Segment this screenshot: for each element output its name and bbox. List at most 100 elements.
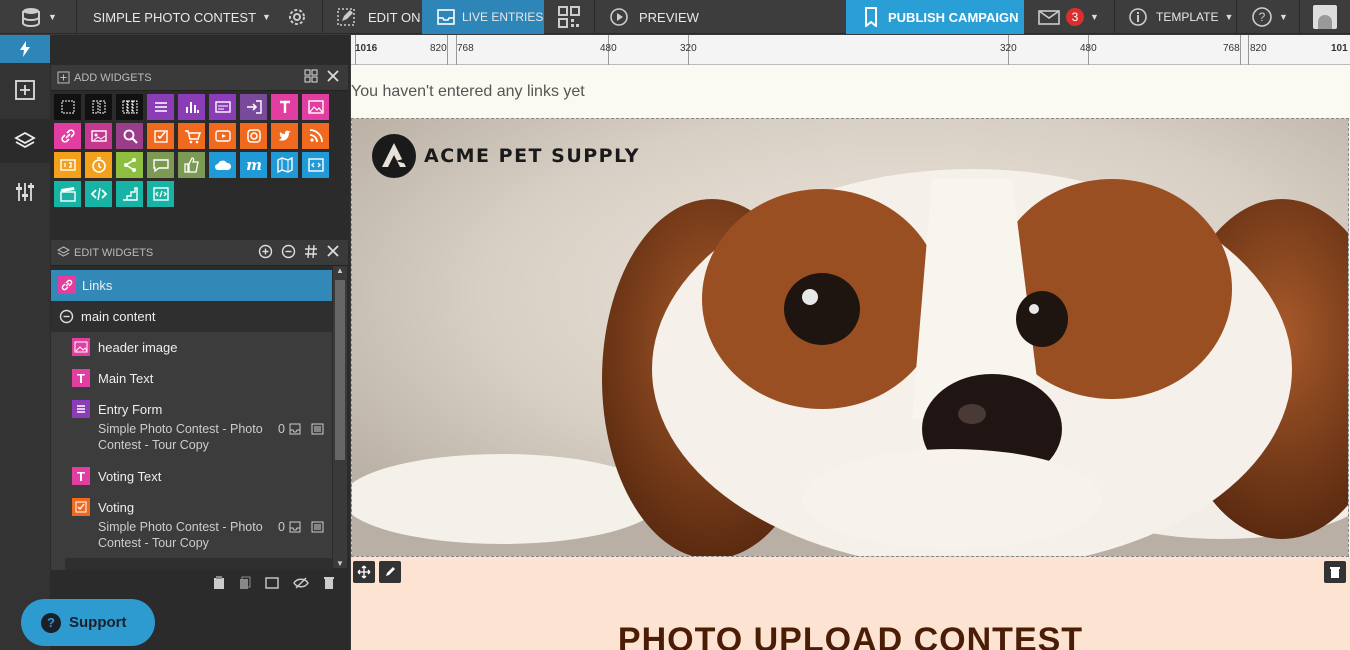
inbox-icon[interactable] — [289, 423, 301, 435]
notifications-menu[interactable]: 3 ▼ — [1038, 0, 1099, 34]
grid-view-icon[interactable] — [304, 69, 318, 83]
add-widget-m-logo[interactable]: m — [240, 152, 267, 178]
support-label: Support — [69, 614, 127, 631]
scroll-down-icon[interactable]: ▼ — [336, 559, 344, 568]
move-handle[interactable] — [353, 561, 375, 583]
template-menu[interactable]: TEMPLATE ▼ — [1128, 0, 1233, 34]
campaign-menu[interactable]: SIMPLE PHOTO CONTEST ▼ — [93, 0, 271, 34]
add-widget-gallery[interactable] — [85, 123, 112, 149]
add-widget-layout-3col[interactable] — [116, 94, 143, 120]
tree-item-entry-form[interactable]: Entry Form Simple Photo Contest - Photo … — [51, 398, 332, 460]
add-widget-layout-2col[interactable] — [85, 94, 112, 120]
collapse-icon[interactable] — [59, 309, 74, 324]
scroll-thumb[interactable] — [335, 280, 345, 460]
add-widget-instagram[interactable] — [240, 123, 267, 149]
widget-tree: Links main content header image T Main T… — [51, 270, 332, 570]
add-widget-vote[interactable] — [147, 123, 174, 149]
list-icon[interactable] — [311, 521, 324, 533]
preview-label: PREVIEW — [639, 9, 699, 25]
close-icon[interactable] — [326, 69, 340, 83]
add-widget-counter[interactable] — [54, 152, 81, 178]
add-widget-image[interactable] — [302, 94, 329, 120]
chevron-down-icon: ▼ — [1279, 12, 1288, 22]
add-widgets-tab[interactable] — [0, 73, 50, 107]
tree-group-main-content[interactable]: main content — [51, 301, 332, 332]
add-widget-card[interactable] — [209, 94, 236, 120]
user-menu[interactable] — [1313, 0, 1337, 34]
breakpoint-ruler[interactable]: 1016 820 768 480 320 320 480 768 820 101 — [351, 35, 1350, 65]
edit-section-button[interactable] — [379, 561, 401, 583]
add-widget-twitter[interactable] — [271, 123, 298, 149]
edit-on-toggle[interactable]: EDIT ON — [336, 0, 421, 34]
add-widget-html[interactable] — [147, 181, 174, 207]
ruler-label: 768 — [1223, 43, 1240, 54]
paste-icon[interactable] — [213, 576, 225, 590]
qr-code-button[interactable] — [558, 0, 580, 34]
form-icon — [154, 102, 167, 112]
form-icon — [72, 400, 90, 418]
add-widget-chart[interactable] — [178, 94, 205, 120]
add-widget-stairs[interactable] — [116, 181, 143, 207]
list-icon[interactable] — [311, 423, 324, 435]
ruler-label: 820 — [1250, 43, 1267, 54]
preview-button[interactable]: PREVIEW — [609, 0, 699, 34]
vote-icon — [153, 130, 168, 143]
support-button[interactable]: ? Support — [21, 599, 155, 646]
add-widget-text[interactable] — [271, 94, 298, 120]
add-widget-link[interactable] — [54, 123, 81, 149]
contest-section[interactable]: PHOTO UPLOAD CONTEST — [351, 557, 1350, 650]
delete-section-button[interactable] — [1324, 561, 1346, 583]
style-settings-tab[interactable] — [0, 175, 50, 209]
tree-item-voting-text[interactable]: T Voting Text — [51, 465, 332, 495]
tree-item-main-text[interactable]: T Main Text — [51, 367, 332, 397]
scroll-up-icon[interactable]: ▲ — [336, 266, 344, 275]
add-widget-embed[interactable] — [302, 152, 329, 178]
chevron-down-icon: ▼ — [1090, 12, 1099, 22]
ruler-label: 480 — [1080, 43, 1097, 54]
acme-logo-icon — [372, 134, 416, 178]
collapse-all-icon[interactable] — [281, 244, 296, 259]
add-widget-cart[interactable] — [178, 123, 205, 149]
add-widget-video[interactable] — [209, 123, 236, 149]
help-menu[interactable]: ? ▼ — [1251, 0, 1288, 34]
trash-icon[interactable] — [323, 576, 335, 590]
add-widget-login[interactable] — [240, 94, 267, 120]
publish-campaign-button[interactable]: PUBLISH CAMPAIGN — [846, 0, 1024, 34]
add-widget-like[interactable] — [178, 152, 205, 178]
trash-icon — [1330, 567, 1340, 578]
add-widget-form[interactable] — [147, 94, 174, 120]
inbox-icon[interactable] — [289, 521, 301, 533]
database-menu[interactable]: ▼ — [20, 0, 57, 34]
add-widget-comment[interactable] — [147, 152, 174, 178]
hide-icon[interactable] — [293, 577, 309, 589]
add-widget-code[interactable] — [85, 181, 112, 207]
add-widget-rss[interactable] — [302, 123, 329, 149]
add-widget-clapper[interactable] — [54, 181, 81, 207]
ruler-label: 1016 — [355, 43, 378, 54]
settings-button[interactable] — [286, 0, 308, 34]
mail-icon — [1038, 10, 1060, 25]
add-widget-cloud[interactable] — [209, 152, 236, 178]
tree-item-header-image[interactable]: header image — [51, 336, 332, 366]
tree-item-links[interactable]: Links — [51, 270, 332, 301]
add-widget-share[interactable] — [116, 152, 143, 178]
tree-item-voting[interactable]: Voting Simple Photo Contest - Photo Cont… — [51, 496, 332, 558]
add-widgets-header: ADD WIDGETS — [51, 65, 348, 91]
rss-icon — [309, 129, 323, 143]
copy-icon[interactable] — [239, 576, 251, 590]
add-widget-map[interactable] — [271, 152, 298, 178]
header-image[interactable]: ACME PET SUPPLY — [351, 118, 1349, 557]
template-label: TEMPLATE — [1156, 10, 1219, 24]
add-widget-layout-1col[interactable] — [54, 94, 81, 120]
hash-icon[interactable] — [304, 244, 318, 259]
quick-actions-button[interactable] — [0, 35, 50, 63]
close-icon[interactable] — [326, 244, 340, 258]
frame-icon[interactable] — [265, 577, 279, 589]
tree-item-subtitle: Simple Photo Contest - Photo Contest - T… — [98, 422, 263, 452]
add-widget-search[interactable] — [116, 123, 143, 149]
add-widget-timer[interactable] — [85, 152, 112, 178]
live-entries-button[interactable]: LIVE ENTRIES — [422, 0, 544, 34]
expand-all-icon[interactable] — [258, 244, 273, 259]
tree-scrollbar[interactable]: ▲ ▼ — [333, 266, 347, 568]
edit-widgets-tab[interactable] — [0, 119, 50, 163]
